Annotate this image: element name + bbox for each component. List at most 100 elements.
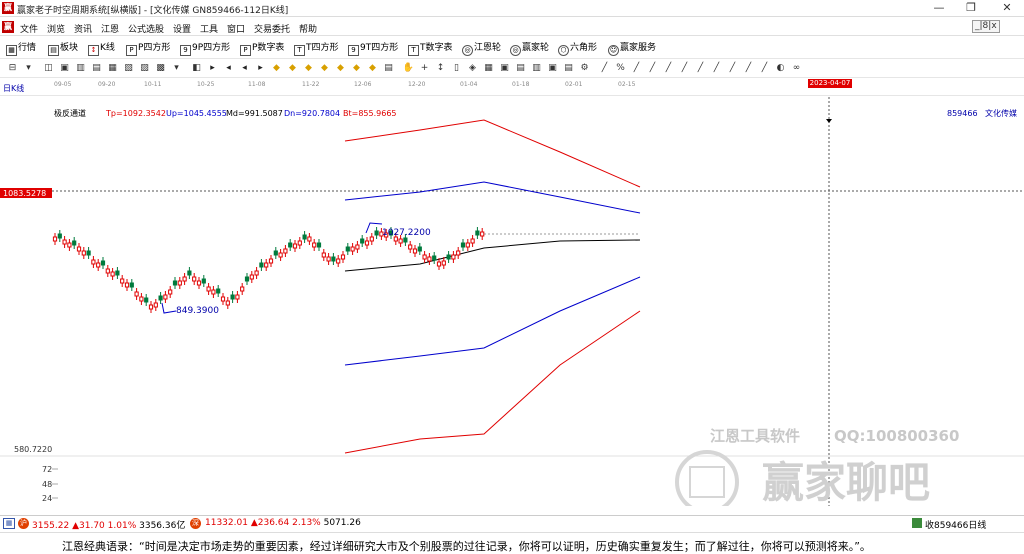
menu-browse[interactable]: 浏览 [47,22,65,35]
measure-icon[interactable]: ↕ [434,62,447,75]
line-tool-icon[interactable]: ╱ [758,62,771,75]
line-tool-icon[interactable]: ╱ [710,62,723,75]
status-right-text: 收859466日线 [925,521,987,531]
line-tool-icon[interactable]: ╱ [598,62,611,75]
tool-p-square[interactable]: P P四方形 [126,41,170,56]
tool-kline[interactable]: ↕ K线 [88,41,115,56]
next-icon[interactable]: ▸ [254,62,267,75]
tool-quotes[interactable]: ▦ 行情 [6,41,36,56]
tool-winner-wheel[interactable]: ◎ 赢家轮 [510,41,549,56]
table-icon[interactable]: ▤ [382,62,395,75]
diamond-icon[interactable]: ◆ [334,62,347,75]
diamond-icon[interactable]: ◆ [286,62,299,75]
tool-t-table[interactable]: T T数字表 [408,41,453,56]
prev-icon[interactable]: ▸ [206,62,219,75]
diamond-icon[interactable]: ◆ [302,62,315,75]
gann-quote: 江恩经典语录：“时间是决定市场走势的重要因素，经过详细研究大市及个别股票的过往记… [62,540,871,553]
table-icon[interactable]: ▤ [514,62,527,75]
sh-index-icon[interactable]: 沪 [18,518,29,529]
menu-formula[interactable]: 公式选股 [128,22,164,35]
tool-label: T数字表 [420,43,453,53]
dropdown-icon[interactable]: ▾ [170,62,183,75]
9p-square-icon: 9 [180,45,191,56]
sz-index-icon[interactable]: 深 [190,518,201,529]
candle-body [225,300,230,306]
tool-hexagon[interactable]: ⬡ 六角形 [558,41,597,56]
diamond-icon[interactable]: ◆ [366,62,379,75]
menu-tools[interactable]: 工具 [200,22,218,35]
candle-body [364,240,370,246]
menu-gann[interactable]: 江恩 [101,22,119,35]
diamond-icon[interactable]: ◆ [350,62,363,75]
tool-9t-square[interactable]: 9 9T四方形 [348,41,398,56]
menu-settings[interactable]: 设置 [173,22,191,35]
candle-body [273,250,278,256]
menu-info[interactable]: 资讯 [74,22,92,35]
tool-9p-square[interactable]: 9 9P四方形 [180,41,230,56]
series-bt-line [344,310,641,454]
tool-icon[interactable]: ◈ [466,62,479,75]
flag-icon[interactable]: ◧ [190,62,203,75]
hand-icon[interactable]: ✋ [402,62,415,75]
chart-icon[interactable]: ◫ [42,62,55,75]
infinity-icon[interactable]: ∞ [790,62,803,75]
chart-icon[interactable]: ▥ [74,62,87,75]
line-tool-icon[interactable]: ╱ [678,62,691,75]
candle-body [460,242,466,248]
layout-icon[interactable]: ⊟ [6,62,19,75]
candle-body [235,294,240,300]
bar-icon[interactable]: ▯ [450,62,463,75]
minimize-button[interactable]: — [924,0,954,17]
grid-icon[interactable]: ▦ [482,62,495,75]
chart-icon[interactable]: ▨ [138,62,151,75]
sh-index-quote[interactable]: 3155.22 ▲31.70 1.01% 3356.36亿 [32,518,185,531]
tool-p-table[interactable]: P P数字表 [240,41,284,56]
kline-chart[interactable]: 极反通道 Tp=1092.3542 Up=1045.4555 Md=991.50… [0,97,1024,506]
diamond-icon[interactable]: ◆ [270,62,283,75]
menu-window[interactable]: 窗口 [227,22,245,35]
color-icon[interactable]: ◐ [774,62,787,75]
mdi-close[interactable]: x [991,21,996,31]
back-icon[interactable]: ◂ [238,62,251,75]
line-tool-icon[interactable]: ╱ [694,62,707,75]
line-tool-icon[interactable]: ╱ [630,62,643,75]
date-tick-label: 12-20 [408,81,426,88]
market-grid-icon[interactable]: ▦ [3,518,15,529]
sz-index-quote[interactable]: 11332.01 ▲236.64 2.13% 5071.26 [205,518,361,528]
diamond-icon[interactable]: ◆ [318,62,331,75]
t-table-icon: T [408,45,419,56]
settings-icon[interactable]: ⚙ [578,62,591,75]
save-icon[interactable]: ▣ [546,62,559,75]
line-tool-icon[interactable]: ╱ [726,62,739,75]
table-icon[interactable]: ▤ [562,62,575,75]
menu-help[interactable]: 帮助 [299,22,317,35]
hexagon-icon: ⬡ [558,45,569,56]
chart-area[interactable]: 极反通道 Tp=1092.3542 Up=1045.4555 Md=991.50… [0,97,1024,506]
chart-icon[interactable]: ▩ [154,62,167,75]
menu-trade[interactable]: 交易委托 [254,22,290,35]
candle-body [134,291,139,297]
menu-file[interactable]: 文件 [20,22,38,35]
chart-icon[interactable]: ▧ [122,62,135,75]
mdi-controls[interactable]: _|8|x [972,20,1000,33]
candle-body [201,278,206,284]
percent-icon[interactable]: % [614,62,627,75]
line-tool-icon[interactable]: ╱ [646,62,659,75]
crosshair-icon[interactable]: + [418,62,431,75]
chart-icon[interactable]: ▤ [90,62,103,75]
tool-service[interactable]: ☺ 赢家服务 [608,41,656,56]
save-icon[interactable]: ▣ [498,62,511,75]
restore-button[interactable]: ❐ [956,0,986,17]
table-icon[interactable]: ▥ [530,62,543,75]
tool-gann-wheel[interactable]: ◎ 江恩轮 [462,41,501,56]
line-tool-icon[interactable]: ╱ [662,62,675,75]
close-button[interactable]: ✕ [992,0,1022,17]
chart-icon[interactable]: ▣ [58,62,71,75]
back-icon[interactable]: ◂ [222,62,235,75]
tool-sectors[interactable]: ▤ 板块 [48,41,78,56]
chart-icon[interactable]: ▦ [106,62,119,75]
line-tool-icon[interactable]: ╱ [742,62,755,75]
candle-body [465,242,470,248]
dropdown-icon[interactable]: ▾ [22,62,35,75]
tool-t-square[interactable]: T T四方形 [294,41,339,56]
